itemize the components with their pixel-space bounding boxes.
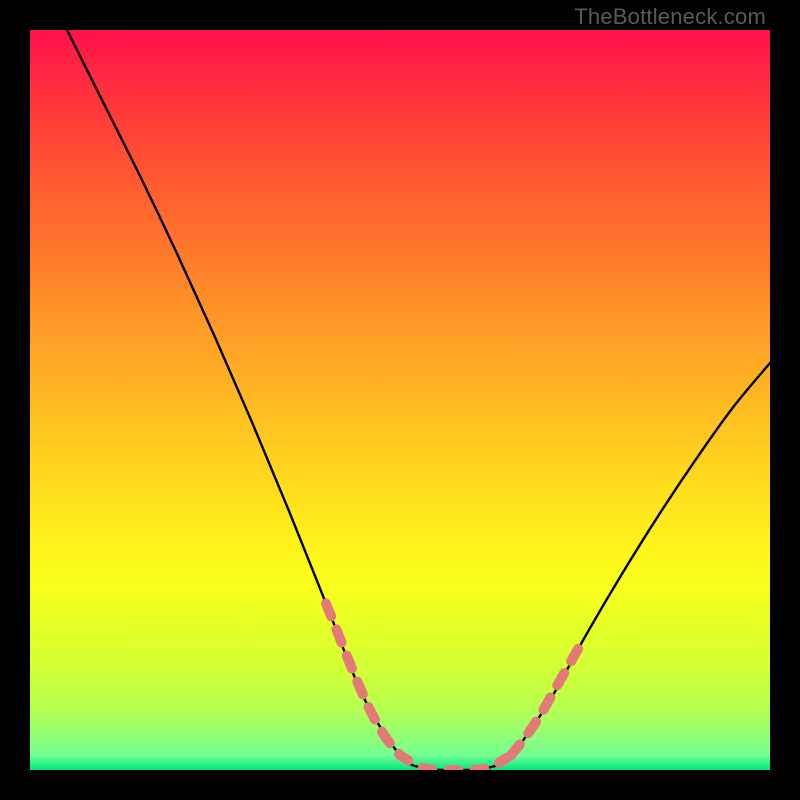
bottleneck-curve-path xyxy=(67,30,770,770)
chart-frame: TheBottleneck.com xyxy=(0,0,800,800)
highlight-right xyxy=(511,637,585,755)
watermark-text: TheBottleneck.com xyxy=(574,4,766,30)
highlight-left xyxy=(326,604,400,756)
chart-plot-area xyxy=(30,30,770,770)
bottleneck-curve-svg xyxy=(30,30,770,770)
highlight-trough xyxy=(400,755,511,770)
